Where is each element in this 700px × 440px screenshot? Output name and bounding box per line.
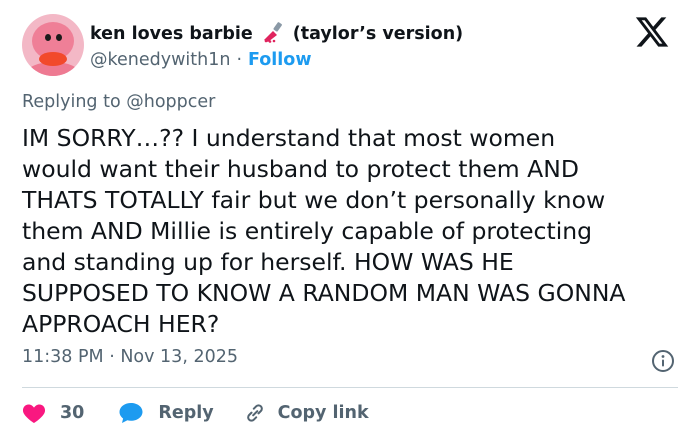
replying-to: Replying to @hoppcer xyxy=(22,92,215,112)
handle-separator: · xyxy=(236,50,243,70)
duck-eye-right xyxy=(56,34,62,41)
reply-label: Reply xyxy=(158,403,214,423)
tweet-line: them AND Millie is entirely capable of p… xyxy=(22,217,593,245)
tweet-text: IM SORRY…?? I understand that most women… xyxy=(22,123,692,340)
author-name-row[interactable]: ken loves barbie (taylor’s version) xyxy=(90,22,463,46)
tweet-line: IM SORRY…?? I understand that most women xyxy=(22,124,556,152)
display-name-suffix[interactable]: (taylor’s version) xyxy=(293,24,463,44)
like-count: 30 xyxy=(60,403,85,423)
duck-beak xyxy=(39,52,67,66)
info-icon[interactable] xyxy=(651,349,675,373)
tweet-line: THATS TOTALLY fair but we don’t personal… xyxy=(22,186,606,214)
replying-to-label: Replying to xyxy=(22,92,121,112)
tweet-timestamp[interactable]: 11:38 PM · Nov 13, 2025 xyxy=(22,347,238,367)
display-name[interactable]: ken loves barbie xyxy=(90,24,253,44)
copy-link-button[interactable]: Copy link xyxy=(244,402,369,424)
divider xyxy=(22,387,678,388)
link-icon xyxy=(246,404,263,422)
tweet-line: and standing up for herself. HOW WAS HE xyxy=(22,248,514,276)
like-button[interactable]: 30 xyxy=(22,402,84,424)
nail-polish-icon xyxy=(261,21,285,47)
handle-row: @kenedywith1n · Follow xyxy=(90,48,312,72)
x-logo-icon[interactable] xyxy=(634,14,670,50)
tweet-line: SUPPOSED TO KNOW A RANDOM MAN WAS GONNA xyxy=(22,279,626,307)
action-bar: 30 Reply Copy link xyxy=(22,400,369,426)
follow-button[interactable]: Follow xyxy=(248,50,311,70)
reply-bubble-icon xyxy=(119,403,143,423)
copy-link-label: Copy link xyxy=(277,403,369,423)
heart-icon xyxy=(22,404,46,423)
replying-to-mention[interactable]: @hoppcer xyxy=(126,92,215,112)
tweet-line: APPROACH HER? xyxy=(22,310,220,338)
duck-eye-left xyxy=(45,34,51,41)
avatar[interactable] xyxy=(22,14,84,76)
reply-button[interactable]: Reply xyxy=(118,401,214,425)
tweet-line: would want their husband to protect them… xyxy=(22,155,579,183)
author-handle[interactable]: @kenedywith1n xyxy=(90,50,230,70)
